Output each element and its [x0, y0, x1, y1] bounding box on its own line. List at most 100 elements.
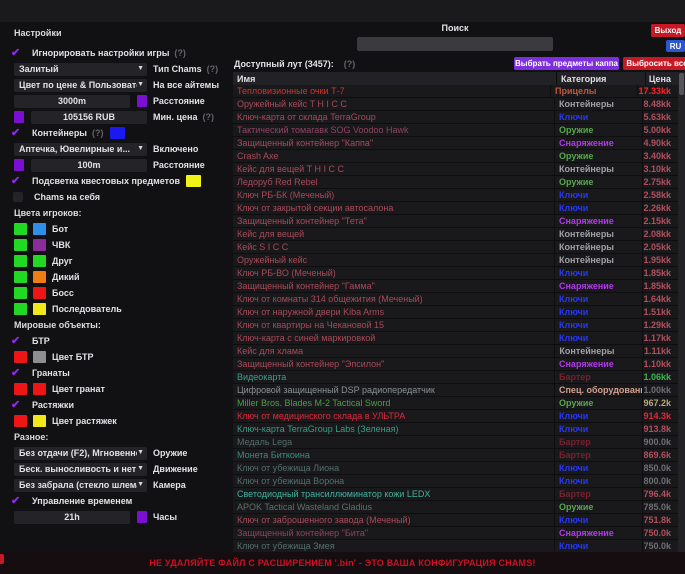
exit-button[interactable]: Выход: [651, 24, 685, 37]
text-input[interactable]: 100m: [31, 159, 147, 172]
checkbox-checked-icon[interactable]: ✔: [11, 176, 26, 186]
color-swatch-secondary[interactable]: [33, 271, 46, 283]
color-swatch-secondary[interactable]: [33, 223, 46, 235]
color-swatch[interactable]: [14, 159, 24, 171]
table-row[interactable]: Защищенный контейнер "Гамма"Снаряжение1.…: [233, 280, 678, 293]
item-price: 2.75kk: [642, 176, 678, 188]
table-scrollbar[interactable]: [678, 72, 685, 552]
text-input[interactable]: 105156 RUB: [31, 111, 147, 124]
discard-all-button[interactable]: Выбросить все: [623, 57, 685, 70]
table-row[interactable]: APOK Tactical Wasteland GladiusОружие785…: [233, 501, 678, 514]
table-row[interactable]: Ключ РБ-ВО (Меченый)Ключи1.85kk: [233, 267, 678, 280]
color-swatch-primary[interactable]: [14, 239, 27, 251]
item-category: Бартер: [554, 371, 642, 383]
table-row[interactable]: Защищенный контейнер "Каппа"Снаряжение4.…: [233, 137, 678, 150]
item-price: 785.0k: [642, 501, 678, 513]
table-row[interactable]: Оружейный кейсКонтейнеры1.95kk: [233, 254, 678, 267]
table-row[interactable]: Защищенный контейнер "Тета"Снаряжение2.1…: [233, 215, 678, 228]
table-row[interactable]: Кейс для вещейКонтейнеры2.08kk: [233, 228, 678, 241]
color-swatch[interactable]: [186, 175, 201, 187]
dropdown[interactable]: Без отдачи (F2), Мгновенное п▼: [14, 447, 147, 460]
text-input[interactable]: 3000m: [14, 95, 130, 108]
table-row[interactable]: Ключ от квартиры на Чекановой 15Ключи1.2…: [233, 319, 678, 332]
dropdown[interactable]: Цвет по цене & Пользователь▼: [14, 79, 147, 92]
window-title-bar: [0, 0, 685, 22]
settings-row: Друг: [7, 255, 231, 267]
color-swatch-secondary[interactable]: [33, 303, 46, 315]
table-row[interactable]: Тепловизионные очки Т-7Прицелы17.33kk: [233, 85, 678, 98]
table-row[interactable]: Медаль LegaБартер900.0k: [233, 436, 678, 449]
table-row[interactable]: Цифровой защищенный DSP радиопередатчикС…: [233, 384, 678, 397]
color-swatch[interactable]: [110, 127, 125, 139]
table-row[interactable]: Монета БиткоинаБартер869.6k: [233, 449, 678, 462]
table-row[interactable]: Кейс для вещей T H I C CКонтейнеры3.10kk: [233, 163, 678, 176]
item-category: Контейнеры: [554, 345, 643, 357]
table-row[interactable]: ВидеокартаБартер1.06kk: [233, 371, 678, 384]
dropdown[interactable]: Без забрала (стекло шлема)▼: [14, 479, 147, 492]
color-swatch-primary[interactable]: [14, 271, 27, 283]
color-swatch-primary[interactable]: [14, 255, 27, 267]
item-name: Ключ от убежища Ворона: [233, 476, 554, 486]
table-row[interactable]: Ключ РБ-БК (Меченый)Ключи2.58kk: [233, 189, 678, 202]
dropdown[interactable]: Залитый▼: [14, 63, 147, 76]
color-swatch-primary[interactable]: [14, 383, 27, 395]
language-button[interactable]: RU: [666, 40, 685, 52]
checkbox-checked-icon[interactable]: ✔: [11, 496, 26, 506]
checkbox-checked-icon[interactable]: ✔: [11, 48, 26, 58]
color-swatch-primary[interactable]: [14, 303, 27, 315]
color-swatch[interactable]: [137, 511, 147, 523]
table-row[interactable]: Оружейный кейс T H I C CКонтейнеры8.48kk: [233, 98, 678, 111]
color-swatch-primary[interactable]: [14, 351, 27, 363]
checkbox-checked-icon[interactable]: ✔: [11, 128, 26, 138]
search-input[interactable]: [357, 37, 553, 51]
color-swatch[interactable]: [14, 111, 24, 123]
table-row[interactable]: Тактический томагавк SOG Voodoo HawkОруж…: [233, 124, 678, 137]
color-swatch-secondary[interactable]: [33, 287, 46, 299]
select-kappa-items-button[interactable]: Выбрать предметы каппа: [514, 57, 619, 70]
table-row[interactable]: Ключ-карта от склада TerraGroupКлючи5.63…: [233, 111, 678, 124]
text-input[interactable]: 21h: [14, 511, 130, 524]
table-row[interactable]: Ключ-карта с синей маркировкойКлючи1.17k…: [233, 332, 678, 345]
scrollbar-thumb[interactable]: [679, 73, 684, 95]
table-row[interactable]: Кейс S I C CКонтейнеры2.05kk: [233, 241, 678, 254]
available-loot-hint: (?): [344, 59, 356, 69]
chevron-down-icon: ▼: [137, 81, 144, 88]
color-swatch-primary[interactable]: [14, 415, 27, 427]
color-swatch-secondary[interactable]: [33, 383, 46, 395]
color-swatch-secondary[interactable]: [33, 351, 46, 363]
table-row[interactable]: Miller Bros. Blades M-2 Tactical SwordОр…: [233, 397, 678, 410]
item-category: Ключи: [554, 462, 642, 474]
table-row[interactable]: Ключ от заброшенного завода (Меченый)Клю…: [233, 514, 678, 527]
table-row[interactable]: Светодиодный трансиллюминатор кожи LEDXБ…: [233, 488, 678, 501]
table-row[interactable]: Кейс для хламаКонтейнеры1.11kk: [233, 345, 678, 358]
table-row[interactable]: Ключ от убежища ЗмеяКлючи750.0k: [233, 540, 678, 552]
available-loot-text: Доступный лут (3457):: [234, 59, 334, 69]
table-row[interactable]: Ключ от комнаты 314 общежития (Меченый)К…: [233, 293, 678, 306]
dropdown[interactable]: Аптечка, Ювелирные и...▼: [14, 143, 147, 156]
checkbox-checked-icon[interactable]: ✔: [11, 400, 26, 410]
color-swatch-primary[interactable]: [14, 287, 27, 299]
table-row[interactable]: Ключ от убежища ВоронаКлючи800.0k: [233, 475, 678, 488]
table-row[interactable]: Защищенный контейнер "Эпсилон"Снаряжение…: [233, 358, 678, 371]
table-row[interactable]: Ключ от закрытой секции автосалонаКлючи2…: [233, 202, 678, 215]
item-name: Ключ-карта TerraGroup Labs (Зеленая): [233, 424, 554, 434]
table-row[interactable]: Ключ от медицинского склада в УЛЬТРАКлюч…: [233, 410, 678, 423]
color-swatch-secondary[interactable]: [33, 415, 46, 427]
table-row[interactable]: Ключ-карта TerraGroup Labs (Зеленая)Ключ…: [233, 423, 678, 436]
item-price: 3.40kk: [642, 150, 678, 162]
table-row[interactable]: Ключ от наружной двери Kiba ArmsКлючи1.5…: [233, 306, 678, 319]
item-category: Контейнеры: [554, 254, 642, 266]
color-swatch-secondary[interactable]: [33, 255, 46, 267]
color-swatch-secondary[interactable]: [33, 239, 46, 251]
checkbox-checked-icon[interactable]: ✔: [11, 336, 26, 346]
checkbox-checked-icon[interactable]: ✔: [11, 368, 26, 378]
table-row[interactable]: Crash AxeОружие3.40kk: [233, 150, 678, 163]
color-swatch-primary[interactable]: [14, 223, 27, 235]
checkbox-unchecked[interactable]: [13, 192, 23, 202]
dropdown[interactable]: Беск. выносливость и нет уста▼: [14, 463, 147, 476]
item-name: Защищенный контейнер "Бита": [233, 528, 554, 538]
color-swatch[interactable]: [137, 95, 147, 107]
table-row[interactable]: Защищенный контейнер "Бита"Снаряжение750…: [233, 527, 678, 540]
table-row[interactable]: Ключ от убежища ЛионаКлючи850.0k: [233, 462, 678, 475]
table-row[interactable]: Ледоруб Red RebelОружие2.75kk: [233, 176, 678, 189]
